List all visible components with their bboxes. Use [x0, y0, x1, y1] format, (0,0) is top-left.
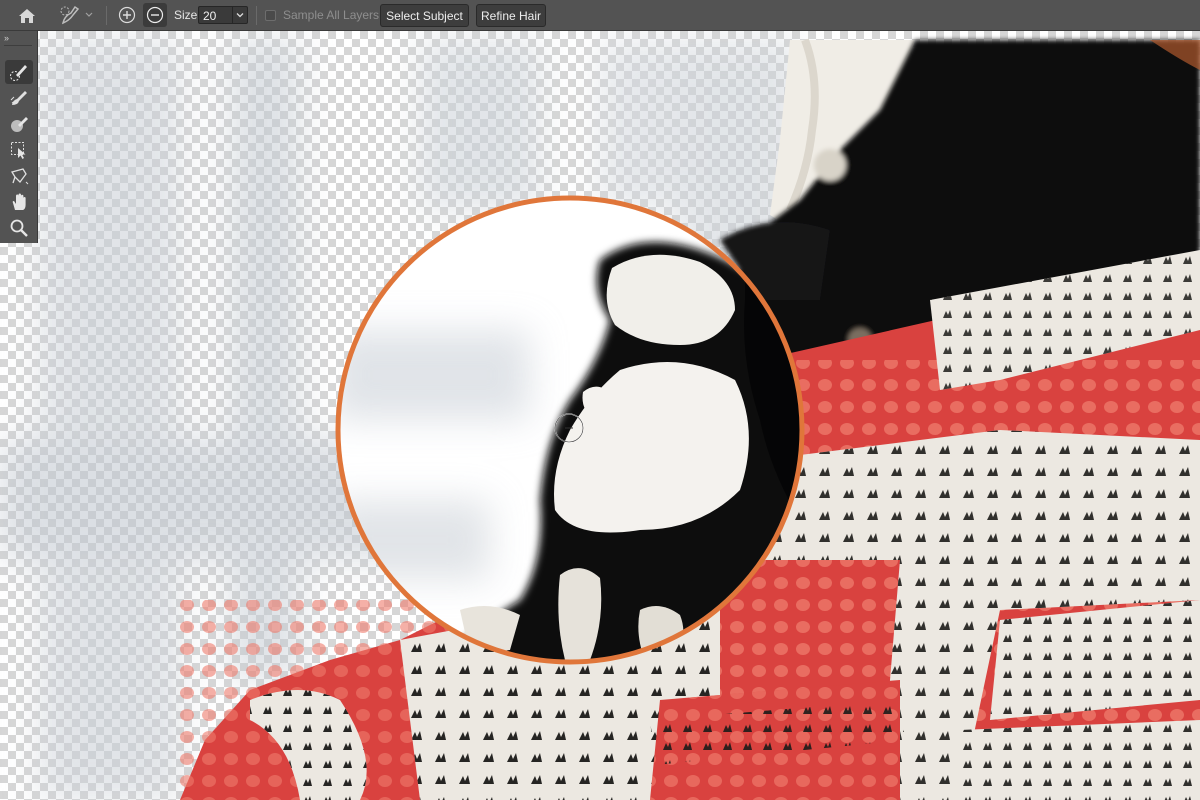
- refine-edge-brush-icon: [10, 91, 27, 105]
- size-input[interactable]: 20: [198, 6, 248, 24]
- options-bar: Size: 20 Sample All Layers Select Subjec…: [0, 0, 1200, 31]
- lasso-icon: [11, 168, 29, 185]
- size-label: Size:: [174, 8, 201, 22]
- tool-quick-selection[interactable]: [5, 60, 33, 84]
- toolbar-divider: [106, 6, 107, 25]
- tool-brush[interactable]: [5, 112, 33, 136]
- panel-collapse-icon[interactable]: ››: [4, 33, 9, 43]
- tool-preset-picker[interactable]: [54, 4, 98, 26]
- sample-all-layers-label: Sample All Layers: [283, 8, 380, 22]
- plus-circle-icon: [118, 6, 136, 24]
- chevron-down-icon: [85, 12, 93, 17]
- select-subject-button[interactable]: Select Subject: [380, 4, 469, 27]
- hand-icon: [12, 193, 26, 210]
- panel-divider: [4, 45, 32, 46]
- tools-panel: ››: [0, 31, 38, 243]
- tool-lasso[interactable]: [5, 164, 33, 188]
- sample-all-layers-checkbox[interactable]: [265, 10, 276, 21]
- brush-icon: [11, 117, 28, 132]
- size-dropdown-toggle[interactable]: [232, 7, 247, 23]
- tool-refine-edge-brush[interactable]: [5, 86, 33, 110]
- object-selection-icon: [11, 142, 26, 159]
- tool-object-selection[interactable]: [5, 138, 33, 162]
- home-button[interactable]: [12, 5, 42, 26]
- tool-hand[interactable]: [5, 190, 33, 214]
- quick-selection-brush-icon: [60, 5, 80, 25]
- subtract-from-selection-button[interactable]: [143, 3, 167, 27]
- quick-selection-brush-icon: [10, 65, 27, 81]
- refine-hair-button[interactable]: Refine Hair: [476, 4, 546, 27]
- zoom-icon: [10, 219, 28, 237]
- document-canvas[interactable]: [0, 31, 1200, 800]
- minus-circle-icon: [146, 6, 164, 24]
- add-to-selection-button[interactable]: [116, 4, 138, 26]
- chevron-down-icon: [236, 13, 244, 18]
- toolbar-divider: [256, 6, 257, 25]
- size-value: 20: [203, 9, 217, 23]
- tool-zoom[interactable]: [5, 216, 33, 240]
- canvas-image: [0, 38, 1200, 800]
- home-icon: [19, 8, 35, 23]
